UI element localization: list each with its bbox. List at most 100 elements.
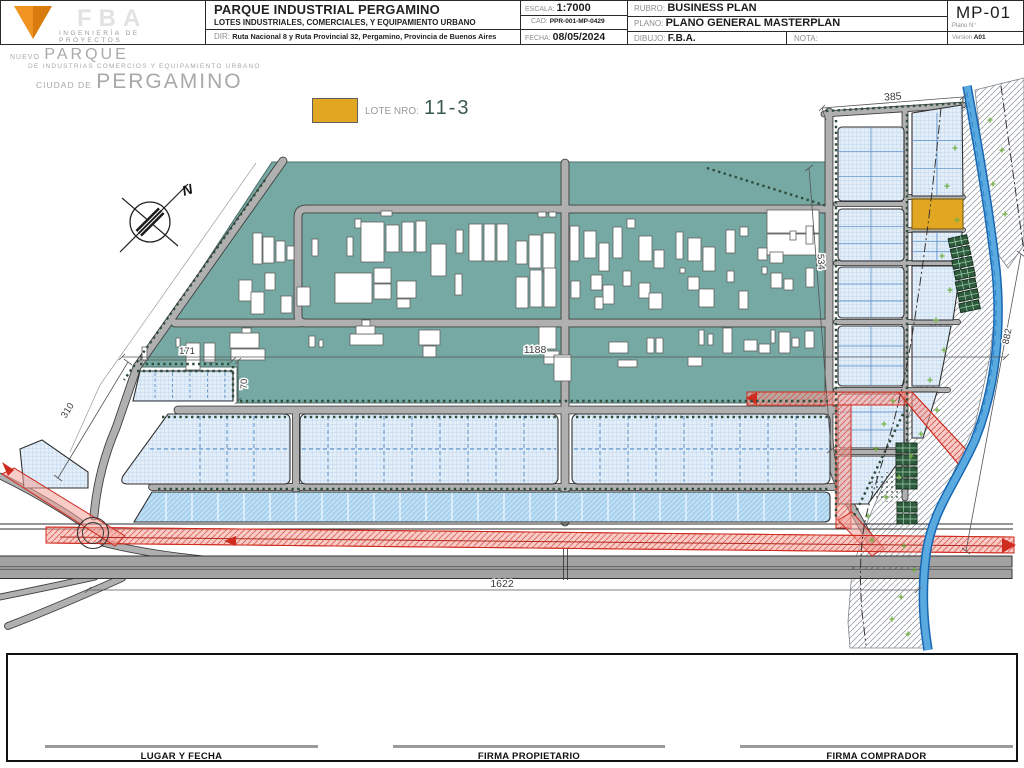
- dibujo-value: F.B.A.: [667, 33, 696, 44]
- logo-ghost-text: FBA: [77, 5, 148, 32]
- meta-cell-right: RUBRO: BUSINESS PLAN PLANO: PLANO GENERA…: [628, 1, 948, 44]
- signature-label-lugar: LUGAR Y FECHA: [140, 751, 223, 762]
- building: [401, 221, 415, 253]
- building: [483, 223, 496, 262]
- building: [252, 232, 263, 265]
- plano-label: PLANO:: [634, 19, 664, 28]
- building: [778, 331, 791, 354]
- building: [537, 211, 547, 218]
- building: [250, 291, 265, 315]
- compass-north-label: N: [180, 180, 195, 199]
- cad-value: PPR-001-MP-0429: [549, 18, 605, 25]
- version-label: Version: [952, 35, 973, 41]
- building: [770, 272, 783, 289]
- building: [761, 266, 768, 275]
- sheet-number-cell: MP-01 Plano N° Version A01: [948, 1, 1024, 44]
- dim-1622: 1622: [490, 578, 514, 590]
- dim-385: 385: [884, 90, 902, 103]
- building: [598, 242, 610, 272]
- building: [241, 327, 252, 334]
- equipment-buildings-south: [895, 442, 918, 525]
- building: [318, 339, 324, 348]
- building: [396, 280, 417, 299]
- drawing-sheet: 385 534 882 171 70 1188 310 1622 N FBA I…: [0, 0, 1024, 768]
- north-compass-icon: N: [119, 180, 195, 253]
- building: [687, 356, 703, 367]
- building: [543, 267, 557, 308]
- building: [594, 296, 604, 310]
- building: [617, 359, 638, 368]
- building: [805, 267, 815, 288]
- legend-label: LOTE NRO:: [365, 106, 419, 117]
- building: [804, 330, 815, 349]
- building: [385, 224, 400, 253]
- plano-value: PLANO GENERAL MASTERPLAN: [665, 17, 841, 29]
- wm-big3: PERGAMINO: [96, 69, 243, 93]
- signature-line-2: [393, 745, 665, 748]
- signature-line-1: [45, 745, 318, 748]
- building: [687, 237, 702, 262]
- nota-label: NOTA:: [794, 34, 818, 43]
- building: [725, 229, 736, 254]
- version-value: A01: [973, 34, 986, 41]
- dim-70: 70: [239, 379, 250, 390]
- dim-310: 310: [59, 401, 77, 420]
- building: [418, 329, 441, 346]
- building: [455, 229, 464, 254]
- building: [296, 286, 311, 307]
- building: [542, 232, 556, 273]
- lot-swatch: [312, 98, 358, 123]
- building: [738, 290, 749, 310]
- building: [602, 284, 615, 305]
- project-title: PARQUE INDUSTRIAL PERGAMINO: [214, 2, 440, 17]
- building: [203, 342, 216, 363]
- building: [698, 329, 705, 346]
- sheet-code-label: Plano N°: [952, 23, 976, 29]
- building: [698, 288, 715, 308]
- escala-value: 1:7000: [556, 2, 591, 14]
- signature-label-comprador: FIRMA COMPRADOR: [826, 751, 927, 762]
- logo-tagline: INGENIERÍA DE PROYECTOS: [59, 30, 140, 44]
- building: [743, 339, 758, 352]
- building: [238, 279, 253, 302]
- building: [638, 282, 651, 299]
- building: [528, 234, 542, 269]
- building: [262, 236, 275, 264]
- building: [553, 354, 572, 382]
- dir-value: Ruta Nacional 8 y Ruta Provincial 32, Pe…: [232, 32, 497, 41]
- building: [430, 243, 447, 277]
- building: [141, 346, 148, 361]
- building: [355, 325, 376, 335]
- building: [515, 276, 529, 309]
- building: [229, 332, 260, 349]
- building: [707, 333, 714, 346]
- building: [791, 337, 800, 348]
- building: [548, 211, 557, 218]
- fecha-value: 08/05/2024: [552, 31, 606, 43]
- building: [612, 226, 623, 259]
- building: [648, 292, 663, 310]
- building: [638, 235, 653, 262]
- building: [308, 335, 316, 348]
- wm-prefix3: CIUDAD DE: [36, 79, 92, 90]
- building: [286, 245, 295, 261]
- building: [783, 278, 794, 291]
- building: [570, 280, 581, 299]
- building: [311, 238, 319, 257]
- rubro-label: RUBRO:: [634, 4, 666, 13]
- building: [702, 246, 716, 272]
- building: [789, 230, 797, 241]
- building: [675, 231, 684, 260]
- logo-cell: FBA INGENIERÍA DE PROYECTOS: [1, 1, 206, 44]
- dim-882: 882: [1001, 328, 1015, 346]
- dim-171: 171: [179, 346, 195, 357]
- dibujo-label: DIBUJO:: [634, 34, 666, 43]
- building: [275, 240, 286, 263]
- dim-534: 534: [814, 254, 826, 271]
- building: [380, 210, 393, 217]
- building: [515, 240, 528, 265]
- building: [770, 329, 776, 344]
- building: [373, 283, 392, 300]
- project-watermark: NUEVO PARQUE DE INDUSTRIAS COMERCIOS Y E…: [10, 46, 261, 93]
- building: [726, 270, 735, 283]
